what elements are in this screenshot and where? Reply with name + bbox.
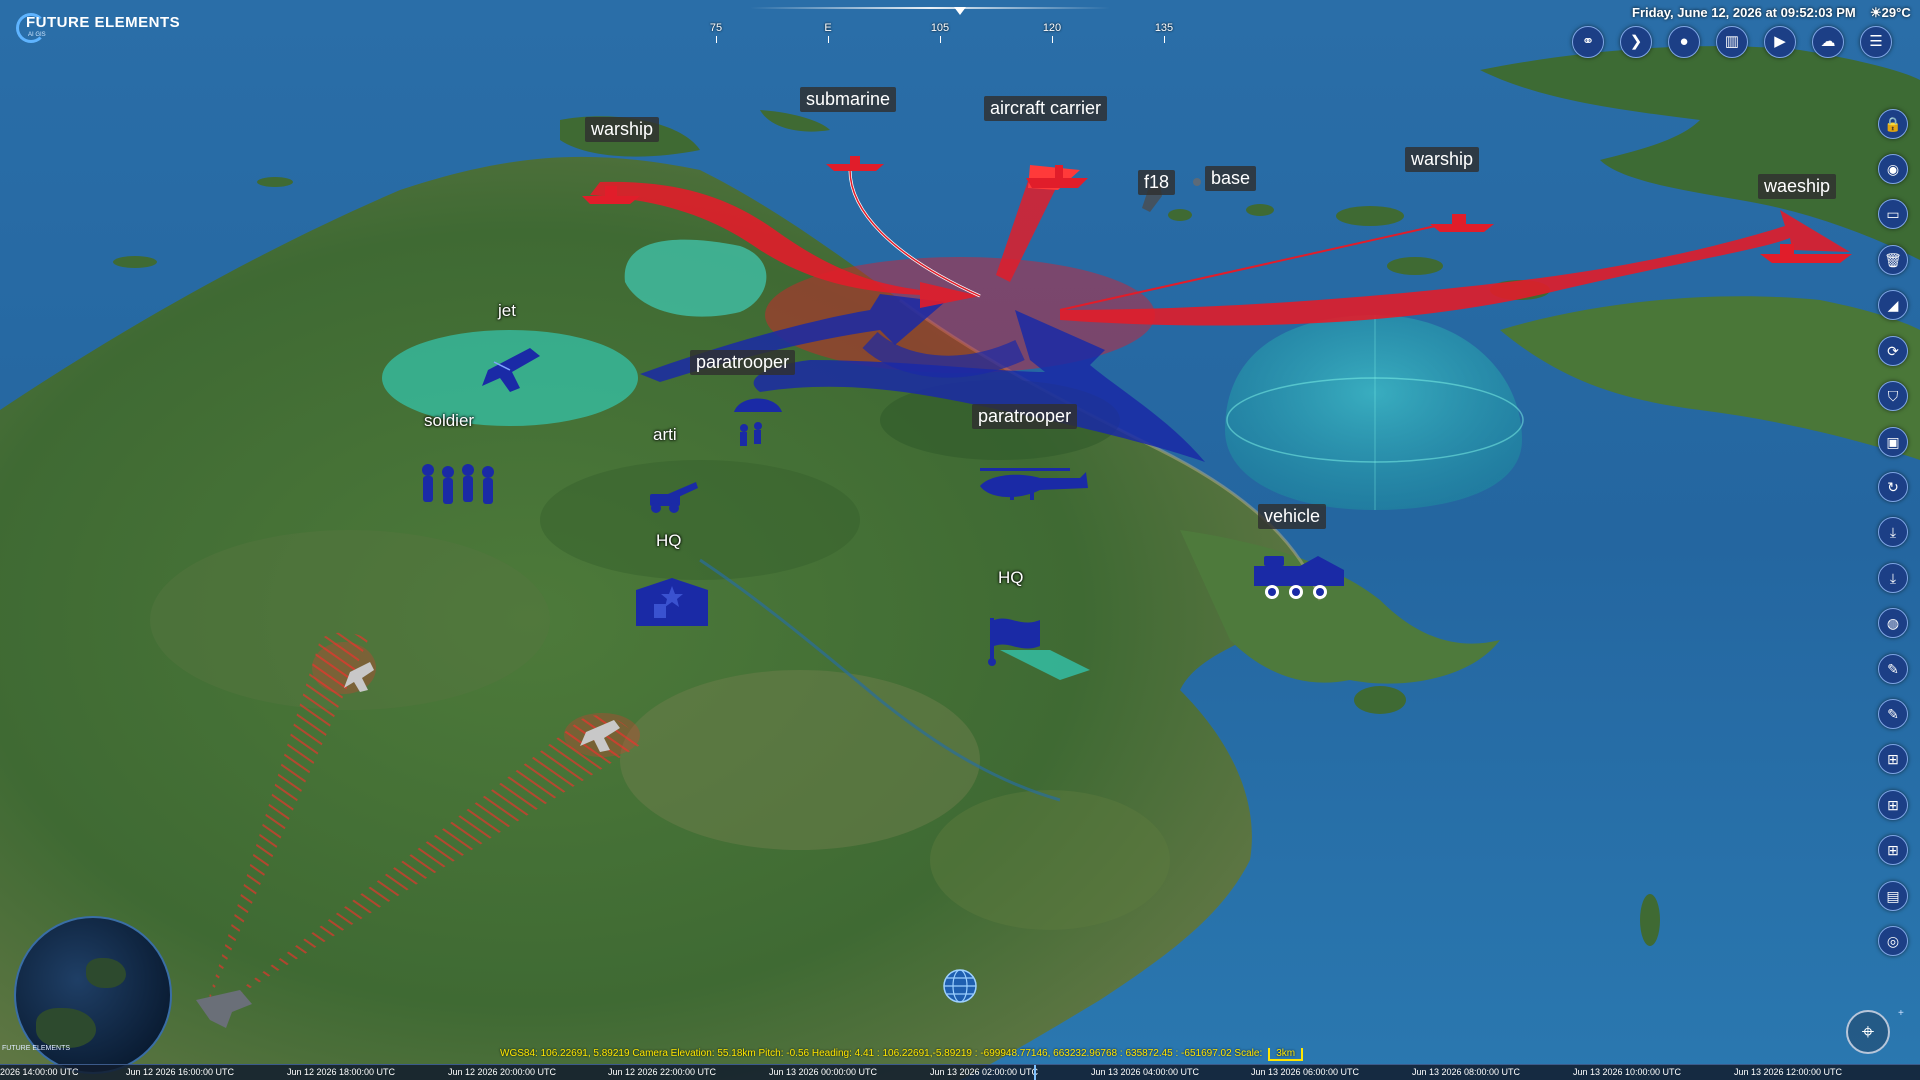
menu-list-icon[interactable]: ☰ [1860, 26, 1892, 58]
timeline-label: Jun 13 2026 10:00:00 UTC [1572, 1067, 1682, 1077]
minimap-land [86, 958, 126, 988]
trash-icon[interactable]: 🗑 [1878, 245, 1908, 275]
datetime-text: Friday, June 12, 2026 at 09:52:03 PM [1632, 5, 1856, 20]
compass-track [750, 7, 1110, 9]
label-base[interactable]: base [1205, 166, 1257, 191]
top-toolbar: ⚭ ❯ ● ▥ ▶ ☁ ☰ [1568, 26, 1912, 62]
play-icon[interactable]: ▶ [1764, 26, 1796, 58]
collapse-icon[interactable]: + [1898, 1008, 1904, 1019]
lock-icon[interactable]: 🔒 [1878, 109, 1908, 139]
refresh-icon[interactable]: ↻ [1878, 472, 1908, 502]
cloud-icon[interactable]: ☁ [1812, 26, 1844, 58]
coordinate-readout: WGS84: 106.22691, 5.89219 Camera Elevati… [500, 1048, 1263, 1059]
add-layer-icon[interactable]: ⊞ [1878, 744, 1908, 774]
label-hq-east[interactable]: HQ [998, 568, 1024, 588]
add-marker-icon[interactable]: ⊞ [1878, 790, 1908, 820]
label-hq[interactable]: HQ [656, 531, 682, 551]
profile-icon[interactable]: ◍ [1878, 608, 1908, 638]
add-shape-icon[interactable]: ⊞ [1878, 835, 1908, 865]
timeline-bar[interactable]: 2026 14:00:00 UTC Jun 12 2026 16:00:00 U… [0, 1064, 1920, 1080]
brand-subtitle: AI GIS [28, 32, 46, 38]
monitor-icon[interactable]: ▣ [1878, 427, 1908, 457]
label-warship[interactable]: warship [585, 117, 660, 142]
satellite-icon[interactable]: ◢ [1878, 290, 1908, 320]
label-submarine[interactable]: submarine [800, 87, 897, 112]
heading-compass[interactable]: 75 E 105 120 135 [660, 0, 1200, 50]
crosshair-icon[interactable]: ⌖ [1846, 1010, 1890, 1054]
map-view[interactable] [0, 0, 1920, 1080]
buildings-icon[interactable]: ▥ [1716, 26, 1748, 58]
label-waeship[interactable]: waeship [1758, 174, 1837, 199]
edit-alt-icon[interactable]: ✎ [1878, 699, 1908, 729]
right-toolbar: 🔒 ◉ ▭ 🗑 ◢ ⟳ ⛉ ▣ ↻ ⤓ ⤓ ◍ ✎ ✎ ⊞ ⊞ ⊞ ▤ ◎ [1876, 105, 1912, 985]
shield-icon[interactable]: ⛉ [1878, 381, 1908, 411]
user-icon[interactable]: ● [1668, 26, 1700, 58]
compass-tick: 135 [1144, 22, 1184, 43]
compass-tick: E [808, 22, 848, 43]
compass-tick: 75 [696, 22, 736, 43]
target-icon[interactable]: ◎ [1878, 926, 1908, 956]
label-soldier[interactable]: soldier [424, 411, 474, 431]
play-forward-icon[interactable]: ❯ [1620, 26, 1652, 58]
timeline-cursor[interactable] [1034, 1065, 1036, 1080]
timeline-label: Jun 12 2026 18:00:00 UTC [286, 1067, 396, 1077]
label-jet[interactable]: jet [498, 301, 516, 321]
brand-name: FUTURE ELEMENTS [26, 14, 181, 31]
timeline-label: Jun 13 2026 04:00:00 UTC [1090, 1067, 1200, 1077]
minimap-caption: FUTURE ELEMENTS [2, 1045, 71, 1052]
folder-icon[interactable]: ▭ [1878, 199, 1908, 229]
download-alt-icon[interactable]: ⤓ [1878, 563, 1908, 593]
label-aircraft-carrier[interactable]: aircraft carrier [984, 96, 1108, 121]
timeline-label: Jun 12 2026 22:00:00 UTC [607, 1067, 717, 1077]
compass-tick: 105 [920, 22, 960, 43]
label-paratrooper-east[interactable]: paratrooper [972, 404, 1078, 429]
timeline-label: Jun 13 2026 12:00:00 UTC [1733, 1067, 1843, 1077]
base-marker [1193, 178, 1201, 186]
brand-logo: FUTURE ELEMENTS AI GIS [16, 12, 236, 44]
timeline-label: Jun 13 2026 08:00:00 UTC [1411, 1067, 1521, 1077]
label-paratrooper[interactable]: paratrooper [690, 350, 796, 375]
timeline-label: 2026 14:00:00 UTC [0, 1067, 79, 1077]
city-icon[interactable]: ▤ [1878, 881, 1908, 911]
timeline-label: Jun 13 2026 02:00:00 UTC [929, 1067, 1039, 1077]
compass-tick: 120 [1032, 22, 1072, 43]
weather-text: ☀29°C [1870, 5, 1911, 20]
timeline-label: Jun 12 2026 20:00:00 UTC [447, 1067, 557, 1077]
scale-bar: 3km [1268, 1048, 1304, 1061]
timeline-label: Jun 12 2026 16:00:00 UTC [125, 1067, 235, 1077]
rotate-icon[interactable]: ⟳ [1878, 336, 1908, 366]
label-warship-east[interactable]: warship [1405, 147, 1480, 172]
coordinate-status-bar: WGS84: 106.22691, 5.89219 Camera Elevati… [500, 1048, 1420, 1062]
timeline-label: Jun 13 2026 00:00:00 UTC [768, 1067, 878, 1077]
label-vehicle[interactable]: vehicle [1258, 504, 1327, 529]
download-icon[interactable]: ⤓ [1878, 517, 1908, 547]
link-icon[interactable]: ⚭ [1572, 26, 1604, 58]
globe-icon [943, 969, 977, 1003]
label-f18[interactable]: f18 [1138, 170, 1176, 195]
compass-pointer [954, 7, 966, 15]
timeline-label: Jun 13 2026 06:00:00 UTC [1250, 1067, 1360, 1077]
label-arti[interactable]: arti [653, 425, 677, 445]
minimap-land [36, 1008, 96, 1048]
edit-icon[interactable]: ✎ [1878, 654, 1908, 684]
eye-icon[interactable]: ◉ [1878, 154, 1908, 184]
